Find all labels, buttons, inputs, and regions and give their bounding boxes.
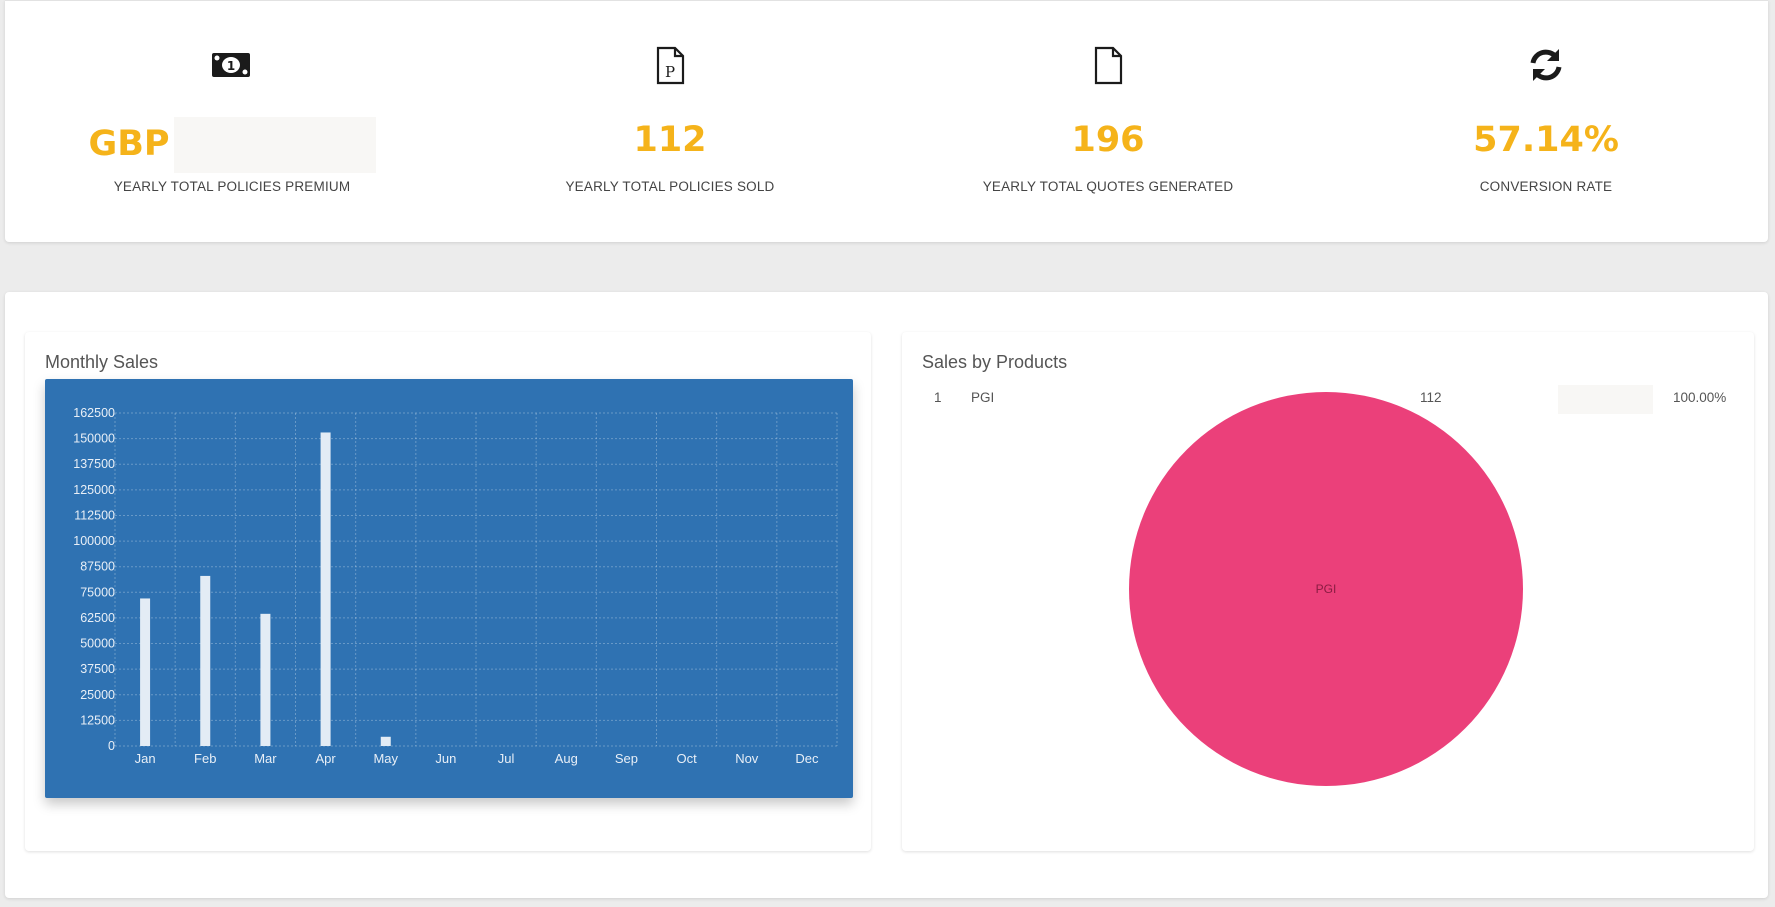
x-tick-label: May	[373, 751, 398, 766]
x-tick-label: Feb	[194, 751, 216, 766]
file-icon	[1094, 46, 1123, 85]
stat-conversion-rate: 57.14% CONVERSION RATE	[1326, 1, 1766, 242]
stat-label: CONVERSION RATE	[1479, 179, 1613, 194]
stat-label: YEARLY TOTAL POLICIES PREMIUM	[113, 179, 351, 194]
x-tick-label: Aug	[555, 751, 578, 766]
x-tick-label: Apr	[315, 751, 336, 766]
money-bill-icon: 1	[212, 53, 250, 77]
bar	[140, 598, 151, 746]
monthly-sales-card: Monthly Sales 0 12500 25000 37500 50000 62500…	[25, 332, 871, 851]
x-tick-label: Sep	[615, 751, 638, 766]
stat-value: 112	[633, 120, 707, 160]
y-tick-label: 137500	[73, 457, 115, 471]
y-tick-label: 37500	[80, 662, 115, 676]
sales-by-products-card: Sales by Products 1 PGI 112 100.00% PGI	[902, 332, 1754, 851]
bar	[380, 736, 391, 746]
svg-text:P: P	[665, 63, 675, 81]
currency-code: GBP	[88, 124, 170, 164]
charts-card: Monthly Sales 0 12500 25000 37500 50000 62500…	[5, 292, 1768, 898]
refresh-icon	[1530, 49, 1562, 81]
pie-chart-svg: PGI	[1129, 392, 1523, 786]
file-p-icon: P	[656, 46, 685, 85]
pie-slice-label: PGI	[1316, 582, 1337, 596]
y-tick-label: 150000	[73, 432, 115, 446]
x-tick-label: Jan	[135, 751, 156, 766]
bar	[200, 575, 211, 746]
stat-policies-sold: P 112 YEARLY TOTAL POLICIES SOLD	[450, 1, 890, 242]
y-tick-label: 162500	[73, 406, 115, 420]
redacted-amount	[173, 117, 376, 173]
x-tick-label: Mar	[254, 751, 277, 766]
bar	[320, 432, 331, 746]
monthly-sales-title: Monthly Sales	[45, 352, 159, 372]
y-tick-label: 112500	[74, 508, 115, 522]
y-tick-label: 75000	[80, 585, 115, 599]
y-tick-label: 125000	[73, 483, 115, 497]
stat-label: YEARLY TOTAL QUOTES GENERATED	[982, 179, 1234, 194]
x-tick-label: Oct	[676, 751, 697, 766]
x-tick-label: Jul	[498, 751, 515, 766]
y-tick-label: 62500	[80, 611, 115, 625]
stat-policies-premium: 1 GBP YEARLY TOTAL POLICIES PREMIUM	[12, 1, 452, 242]
stat-quotes-generated: 196 YEARLY TOTAL QUOTES GENERATED	[888, 1, 1328, 242]
bar-chart-svg: 0 12500 25000 37500 50000 62500 75000 87500 1000…	[73, 406, 838, 766]
svg-text:1: 1	[227, 59, 235, 73]
bar	[260, 613, 271, 746]
x-tick-label: Jun	[435, 751, 456, 766]
x-tick-label: Nov	[735, 751, 759, 766]
y-tick-label: 0	[108, 739, 115, 753]
y-tick-label: 87500	[80, 560, 115, 574]
stat-value: 57.14%	[1473, 120, 1619, 160]
stat-label: YEARLY TOTAL POLICIES SOLD	[565, 179, 775, 194]
stat-value: 196	[1071, 120, 1145, 160]
y-tick-label: 12500	[80, 713, 115, 727]
x-tick-label: Dec	[795, 751, 819, 766]
y-tick-label: 50000	[80, 637, 115, 651]
stats-card: 1 GBP YEARLY TOTAL POLICIES PREMIUM P 11…	[5, 0, 1768, 242]
y-tick-label: 25000	[80, 688, 115, 702]
monthly-sales-chart: 0 12500 25000 37500 50000 62500 75000 87500 1000…	[45, 379, 853, 798]
stat-value: GBP	[12, 117, 452, 173]
y-tick-label: 100000	[73, 534, 115, 548]
